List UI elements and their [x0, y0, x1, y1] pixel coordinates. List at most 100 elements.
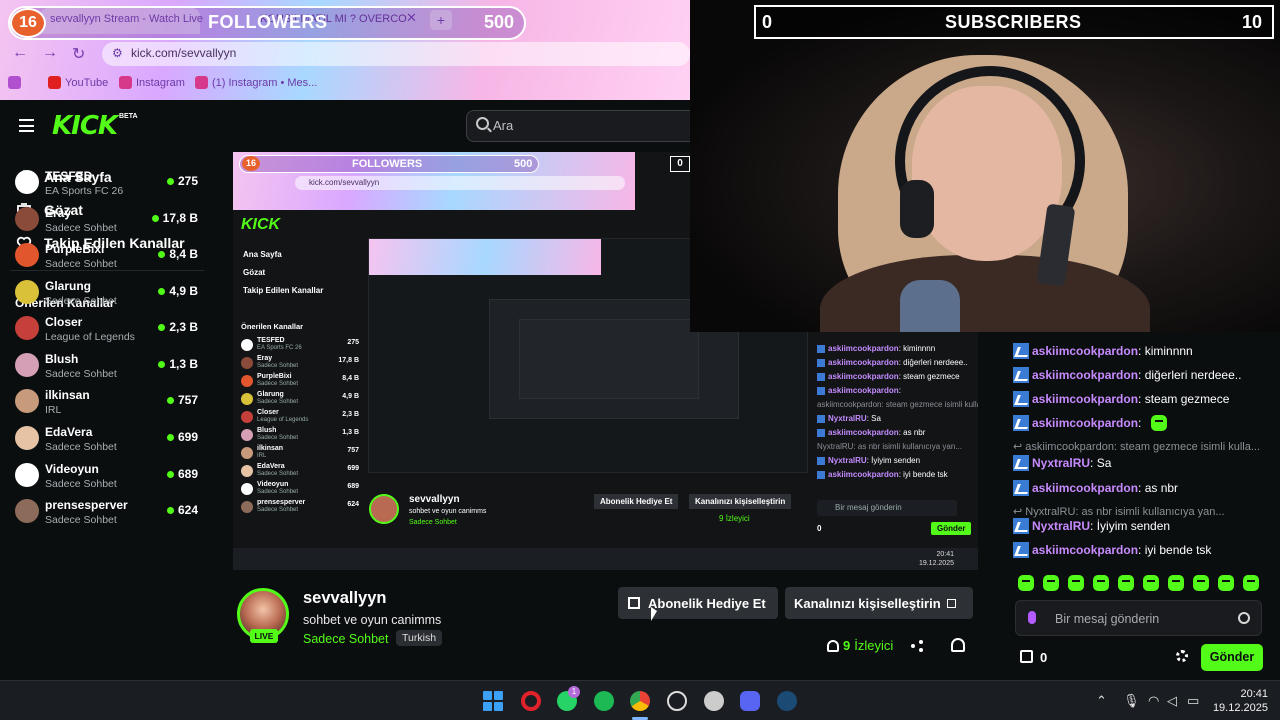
clock-app-icon[interactable]	[667, 691, 687, 711]
emote-icon[interactable]	[1018, 575, 1034, 591]
channel-row[interactable]: EdaVera Sadece Sohbet 699	[15, 424, 205, 458]
channel-avatar-icon	[15, 243, 39, 267]
emote-icon[interactable]	[1143, 575, 1159, 591]
emote-bar	[1018, 575, 1259, 595]
chat-message: askiimcookpardon:	[1013, 413, 1278, 433]
chat-message: askiimcookpardon: diğerleri nerdeee..	[1013, 365, 1278, 385]
points-icon[interactable]	[1020, 650, 1033, 663]
channel-viewers: 757	[166, 393, 198, 407]
channel-category: Sadece Sohbet	[45, 441, 117, 453]
channel-avatar-icon	[15, 170, 39, 194]
chevron-up-icon[interactable]: ⌃	[1096, 693, 1107, 709]
kick-badge-icon	[1013, 391, 1029, 407]
followers-count: 16	[10, 8, 46, 38]
wifi-icon[interactable]: ◠	[1148, 693, 1159, 709]
channel-name: Blush	[45, 352, 79, 366]
channel-avatar-icon	[15, 499, 39, 523]
kick-logo[interactable]: KICK	[52, 111, 118, 141]
nested-channel-row: Videoyun Sadece Sohbet 689	[241, 481, 359, 499]
emote-icon[interactable]	[1243, 575, 1259, 591]
channel-avatar-icon	[15, 353, 39, 377]
forward-arrow-icon[interactable]: →	[42, 44, 58, 62]
channel-row[interactable]: Blush Sadece Sohbet 1,3 B	[15, 351, 205, 385]
add-user-icon[interactable]	[951, 638, 965, 652]
settings-app-icon[interactable]	[704, 691, 724, 711]
chat-username[interactable]: NyxtralRU	[1032, 519, 1090, 533]
channel-row[interactable]: Videoyun Sadece Sohbet 689	[15, 461, 205, 495]
channel-row[interactable]: TESFED EA Sports FC 26 275	[15, 168, 205, 202]
channel-category: Sadece Sohbet	[45, 258, 117, 270]
channel-name[interactable]: sevvallyyn	[303, 589, 386, 608]
windows-start-icon[interactable]	[483, 691, 503, 711]
emote-icon[interactable]	[1193, 575, 1209, 591]
microphone-tray-icon[interactable]: 🎙	[1123, 693, 1140, 709]
viewer-count: 9 İzleyici	[827, 638, 893, 653]
channel-row[interactable]: Closer League of Legends 2,3 B	[15, 314, 205, 348]
whatsapp-badge: 1	[568, 686, 580, 698]
emote-icon[interactable]	[1043, 575, 1059, 591]
channel-viewers: 275	[166, 174, 198, 188]
chat-username[interactable]: askiimcookpardon	[1032, 392, 1138, 406]
channel-row[interactable]: Eray Sadece Sohbet 17,8 B	[15, 205, 205, 239]
bookmark-youtube[interactable]: YouTube	[48, 76, 108, 89]
kick-badge-icon	[1013, 518, 1029, 534]
subscribers-count: 0	[762, 12, 773, 32]
emoji-picker-icon[interactable]	[1238, 612, 1250, 624]
kick-badge-icon	[1013, 542, 1029, 558]
share-icon[interactable]	[911, 640, 923, 652]
chat-settings-icon[interactable]	[1176, 650, 1188, 662]
live-badge: LIVE	[250, 629, 278, 643]
emote-icon[interactable]	[1168, 575, 1184, 591]
chat-username[interactable]: NyxtralRU	[1032, 456, 1090, 470]
emote-icon[interactable]	[1118, 575, 1134, 591]
opera-icon[interactable]	[521, 691, 541, 711]
microphone-icon[interactable]	[1028, 611, 1036, 624]
channel-row[interactable]: Glarung Sadece Sohbet 4,9 B	[15, 278, 205, 312]
channel-row[interactable]: prensesperver Sadece Sohbet 624	[15, 497, 205, 531]
channel-category: Sadece Sohbet	[45, 514, 117, 526]
chat-username[interactable]: askiimcookpardon	[1032, 543, 1138, 557]
back-arrow-icon[interactable]: ←	[12, 44, 28, 62]
channel-avatar-icon	[15, 389, 39, 413]
send-button[interactable]: Gönder	[1201, 644, 1263, 671]
chat-username[interactable]: askiimcookpardon	[1032, 344, 1138, 358]
site-info-icon[interactable]: ⚙	[112, 46, 123, 60]
channel-row[interactable]: ilkinsan IRL 757	[15, 387, 205, 421]
chat-message: askiimcookpardon: steam gezmece	[1013, 389, 1278, 409]
volume-icon[interactable]: ◁	[1167, 693, 1177, 709]
stream-category[interactable]: Sadece Sohbet	[303, 632, 389, 646]
emote-icon[interactable]	[1218, 575, 1234, 591]
gift-subscription-button[interactable]: Abonelik Hediye Et	[618, 587, 778, 619]
reload-icon[interactable]: ↻	[72, 44, 85, 64]
kick-badge-icon	[1013, 480, 1029, 496]
chat-text: as nbr	[1144, 481, 1179, 495]
nested-channel-row: PurpleBixi Sadece Sohbet 8,4 B	[241, 373, 359, 391]
chat-username[interactable]: askiimcookpardon	[1032, 368, 1138, 382]
chat-username[interactable]: askiimcookpardon	[1032, 416, 1138, 430]
chat-message: askiimcookpardon: iyi bende tsk	[1013, 540, 1278, 560]
nested-taskbar: 20:41 19.12.2025	[233, 548, 978, 570]
channel-name: prensesperver	[45, 498, 128, 512]
stream-browser-capture: sevvallyyn Stream - Watch Live KONSILMAT…	[0, 0, 690, 100]
chrome-icon[interactable]	[630, 691, 650, 711]
chat-username[interactable]: askiimcookpardon	[1032, 481, 1138, 495]
battery-icon[interactable]: ▭	[1187, 693, 1199, 709]
discord-icon[interactable]	[740, 691, 760, 711]
live-dot-icon	[158, 250, 166, 258]
nested-subscribers-count: 0	[670, 156, 690, 172]
headset-earcup	[900, 180, 934, 238]
bookmark-instagram-messages[interactable]: (1) Instagram • Mes...	[195, 76, 317, 89]
emote-icon[interactable]	[1093, 575, 1109, 591]
emote-icon	[1150, 415, 1167, 431]
emote-icon[interactable]	[1068, 575, 1084, 591]
channel-row[interactable]: PurpleBixi Sadece Sohbet 8,4 B	[15, 241, 205, 275]
steam-icon[interactable]	[777, 691, 797, 711]
menu-icon[interactable]	[19, 119, 34, 132]
followers-goal: 500	[484, 12, 515, 32]
system-clock[interactable]: 20:41 19.12.2025	[1212, 687, 1268, 715]
apps-grid-icon[interactable]	[8, 76, 21, 89]
customize-channel-button[interactable]: Kanalınızı kişiselleştirin	[785, 587, 973, 619]
language-tag[interactable]: Turkish	[396, 630, 443, 646]
bookmark-instagram[interactable]: Instagram	[119, 76, 185, 89]
spotify-icon[interactable]	[594, 691, 614, 711]
